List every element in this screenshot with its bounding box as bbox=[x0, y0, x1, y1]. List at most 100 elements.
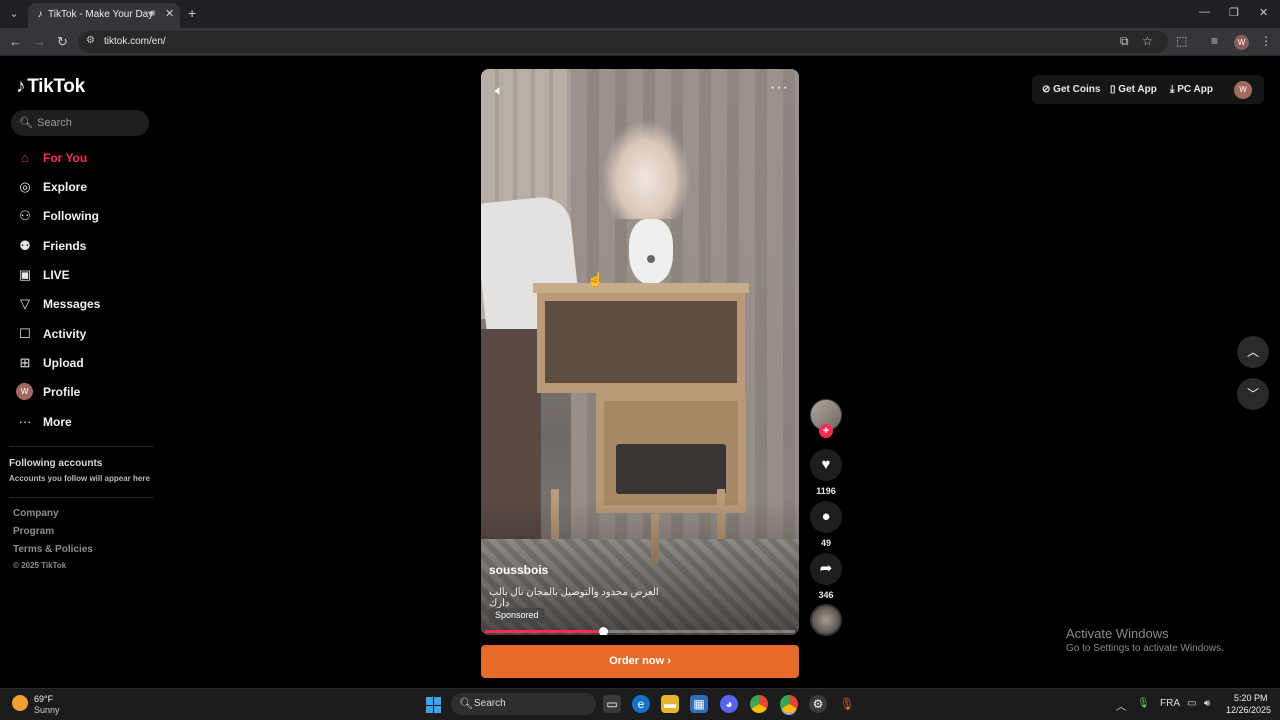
clock-date[interactable]: 12/26/2025 bbox=[1226, 705, 1271, 715]
reload-icon[interactable]: ↻ bbox=[57, 34, 68, 50]
sidebar-item-more[interactable]: ··· More bbox=[14, 410, 154, 434]
close-window-icon[interactable]: ✕ bbox=[1259, 6, 1268, 19]
taskbar-search[interactable]: 🔍︎ Search bbox=[451, 693, 596, 715]
get-app-button[interactable]: ▯ Get App bbox=[1110, 84, 1157, 95]
video-player[interactable]: 🔈︎ ··· soussbois العرض محدود والتوصيل با… bbox=[481, 69, 799, 635]
chrome-active-icon[interactable] bbox=[780, 695, 798, 713]
chevron-right-icon: › bbox=[667, 655, 671, 667]
footer-link-program[interactable]: Program bbox=[13, 526, 54, 537]
sidebar-item-friends[interactable]: ⚉ Friends bbox=[14, 234, 154, 258]
comment-count: 49 bbox=[820, 538, 831, 548]
footer-link-company[interactable]: Company bbox=[13, 508, 59, 519]
tab-close-icon[interactable]: ✕ bbox=[165, 7, 174, 20]
speaker-icon[interactable]: 🔊︎ bbox=[1204, 698, 1210, 709]
address-bar[interactable]: ⚙ tiktok.com/en/ bbox=[78, 31, 1168, 53]
minimize-icon[interactable]: — bbox=[1199, 6, 1210, 18]
next-video-button[interactable]: ﹀ bbox=[1237, 378, 1269, 410]
video-frame-vase bbox=[629, 219, 673, 284]
weather-sun-icon[interactable] bbox=[12, 695, 28, 711]
back-icon[interactable]: ← bbox=[9, 34, 22, 49]
new-tab-button[interactable]: + bbox=[188, 5, 196, 21]
pc-app-button[interactable]: ⤓ PC App bbox=[1170, 84, 1213, 95]
music-disc-icon[interactable] bbox=[810, 604, 842, 636]
sidebar-label: Explore bbox=[43, 180, 88, 194]
more-icon: ··· bbox=[18, 414, 32, 429]
task-view-icon[interactable]: ▭ bbox=[603, 695, 621, 713]
extensions-icon[interactable]: ⬚ bbox=[1176, 34, 1187, 48]
video-more-options-icon[interactable]: ··· bbox=[770, 79, 789, 97]
chrome-icon[interactable] bbox=[750, 695, 768, 713]
restore-icon[interactable]: ❐ bbox=[1229, 6, 1239, 19]
sidebar-divider bbox=[9, 497, 153, 498]
video-progress-handle[interactable] bbox=[599, 627, 608, 635]
sponsored-badge: Sponsored bbox=[489, 608, 545, 623]
tab-audio-icon[interactable]: 🔊︎ bbox=[149, 8, 155, 19]
sidebar-item-activity[interactable]: ☐ Activity bbox=[14, 322, 154, 346]
live-icon: ▣ bbox=[18, 267, 32, 282]
share-count: 346 bbox=[818, 590, 834, 600]
tiktok-logo[interactable]: ♪ TikTok bbox=[16, 76, 85, 98]
get-coins-button[interactable]: ⊘ Get Coins bbox=[1042, 84, 1100, 95]
following-accounts-subtitle: Accounts you follow will appear here bbox=[9, 474, 150, 483]
microphone-app-icon[interactable]: 🎙︎ bbox=[838, 695, 856, 713]
language-indicator[interactable]: FRA bbox=[1160, 698, 1180, 709]
edge-icon[interactable]: e bbox=[632, 695, 650, 713]
forward-icon[interactable]: → bbox=[33, 34, 46, 49]
browser-profile-avatar[interactable]: W bbox=[1234, 35, 1249, 50]
copyright-text: © 2025 TikTok bbox=[13, 561, 67, 570]
order-now-label: Order now bbox=[609, 655, 665, 667]
video-description: العرض محدود والتوصيل بالمجان نال بالب دا… bbox=[489, 587, 659, 609]
sidebar-item-messages[interactable]: ▽ Messages bbox=[14, 292, 154, 316]
install-app-icon[interactable]: ⧉ bbox=[1120, 34, 1129, 49]
activity-icon: ☐ bbox=[19, 326, 31, 341]
tab-search-menu-icon[interactable]: ⌄ bbox=[5, 5, 23, 23]
tray-overflow-icon[interactable]: ︿ bbox=[1116, 698, 1126, 713]
discord-icon[interactable]: ◕ bbox=[720, 695, 738, 713]
weather-temperature[interactable]: 69°F bbox=[34, 694, 53, 704]
sidebar-label: Friends bbox=[43, 239, 87, 253]
sidebar-item-upload[interactable]: ⊞ Upload bbox=[14, 351, 154, 375]
video-author[interactable]: soussbois bbox=[489, 563, 548, 577]
store-icon[interactable]: ▦ bbox=[690, 695, 708, 713]
site-info-icon[interactable]: ⚙ bbox=[86, 35, 95, 46]
weather-condition[interactable]: Sunny bbox=[34, 705, 60, 715]
tray-mic-icon[interactable]: 🎙︎ bbox=[1137, 698, 1150, 709]
profile-avatar: W bbox=[16, 383, 33, 400]
file-explorer-icon[interactable]: ▬ bbox=[661, 695, 679, 713]
user-avatar[interactable]: W bbox=[1234, 81, 1252, 99]
following-accounts-title: Following accounts bbox=[9, 458, 103, 469]
address-url[interactable]: tiktok.com/en/ bbox=[104, 36, 166, 47]
sidebar-item-following[interactable]: ⚇ Following bbox=[14, 204, 154, 228]
volume-icon[interactable]: 🔈︎ bbox=[495, 82, 503, 99]
settings-app-icon[interactable]: ⚙ bbox=[809, 695, 827, 713]
footer-link-terms[interactable]: Terms & Policies bbox=[13, 544, 93, 555]
search-bar[interactable]: 🔍︎ bbox=[11, 110, 149, 136]
search-icon[interactable]: 🔍︎ bbox=[19, 116, 33, 129]
media-control-icon[interactable]: ≡ bbox=[1211, 34, 1218, 48]
windows-start-icon[interactable] bbox=[426, 697, 442, 713]
sidebar-item-live[interactable]: ▣ LIVE bbox=[14, 263, 154, 287]
video-progress-fill bbox=[485, 630, 603, 633]
comment-button[interactable]: ● bbox=[810, 501, 842, 533]
bookmark-star-icon[interactable]: ☆ bbox=[1142, 34, 1153, 48]
network-icon[interactable]: ▭ bbox=[1187, 698, 1196, 709]
like-button[interactable]: ♥ bbox=[810, 449, 842, 481]
order-now-button[interactable]: Order now › bbox=[481, 645, 799, 678]
chevron-down-icon: ﹀ bbox=[1246, 387, 1259, 401]
browser-tab[interactable]: ♪ TikTok - Make Your Day 🔊︎ ✕ bbox=[28, 3, 180, 28]
share-button[interactable]: ➦ bbox=[810, 553, 842, 585]
sidebar-item-explore[interactable]: ◎ Explore bbox=[14, 175, 154, 199]
search-input[interactable] bbox=[37, 114, 142, 132]
messages-icon: ▽ bbox=[20, 296, 30, 311]
clock-time[interactable]: 5:20 PM bbox=[1234, 693, 1268, 703]
video-frame-shelf-top bbox=[533, 283, 749, 293]
comment-icon: ● bbox=[821, 508, 831, 525]
tiktok-note-icon: ♪ bbox=[16, 76, 26, 97]
follow-plus-icon[interactable]: + bbox=[819, 424, 833, 438]
previous-video-button[interactable]: ︿ bbox=[1237, 336, 1269, 368]
video-frame-shelf bbox=[537, 293, 745, 393]
sidebar-item-for-you[interactable]: ⌂ For You bbox=[14, 146, 154, 170]
download-icon: ⤓ bbox=[1170, 84, 1175, 95]
browser-menu-icon[interactable]: ⋮ bbox=[1260, 34, 1272, 48]
sidebar-item-profile[interactable]: W Profile bbox=[14, 380, 154, 404]
